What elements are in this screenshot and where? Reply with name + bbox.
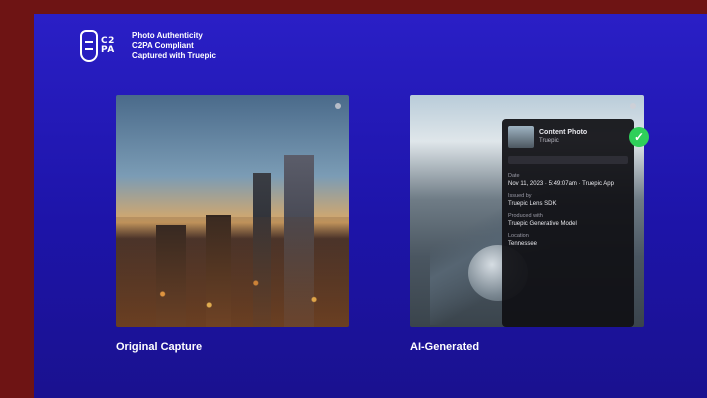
ai-generated-image: Content Photo Truepic Date Nov 11, 2023 … bbox=[410, 95, 644, 327]
ai-generated-caption: AI-Generated bbox=[410, 341, 480, 353]
thumbnail bbox=[508, 126, 534, 148]
c2pa-logo: C2 PA bbox=[80, 28, 126, 64]
header-line-1: Photo Authenticity bbox=[132, 31, 203, 40]
original-capture-image bbox=[116, 95, 349, 327]
credential-section: Date Nov 11, 2023 · 5:49:07am · Truepic … bbox=[508, 173, 614, 187]
c2pa-header: C2 PA Photo Authenticity C2PA Compliant … bbox=[80, 28, 216, 64]
c2pa-logo-line-2: PA bbox=[101, 45, 115, 55]
c2pa-shield-icon bbox=[80, 30, 98, 62]
header-line-3: Captured with Truepic bbox=[132, 51, 217, 60]
credential-bar bbox=[508, 156, 628, 164]
original-capture-caption: Original Capture bbox=[116, 341, 203, 353]
credential-subtitle: Truepic bbox=[539, 138, 559, 144]
credential-section: Location Tennessee bbox=[508, 233, 538, 247]
image-menu-icon[interactable] bbox=[335, 103, 341, 109]
credential-section: Produced with Truepic Generative Model bbox=[508, 213, 577, 227]
header-text: Photo Authenticity C2PA Compliant Captur… bbox=[132, 31, 216, 61]
verified-check-icon[interactable]: ✓ bbox=[629, 127, 649, 147]
credential-section: Issued by Truepic Lens SDK bbox=[508, 193, 557, 207]
header-line-2: C2PA Compliant bbox=[132, 41, 194, 50]
image-menu-icon[interactable] bbox=[630, 103, 636, 109]
content-credentials-card: Content Photo Truepic Date Nov 11, 2023 … bbox=[502, 119, 634, 327]
credential-title: Content Photo bbox=[539, 129, 588, 136]
